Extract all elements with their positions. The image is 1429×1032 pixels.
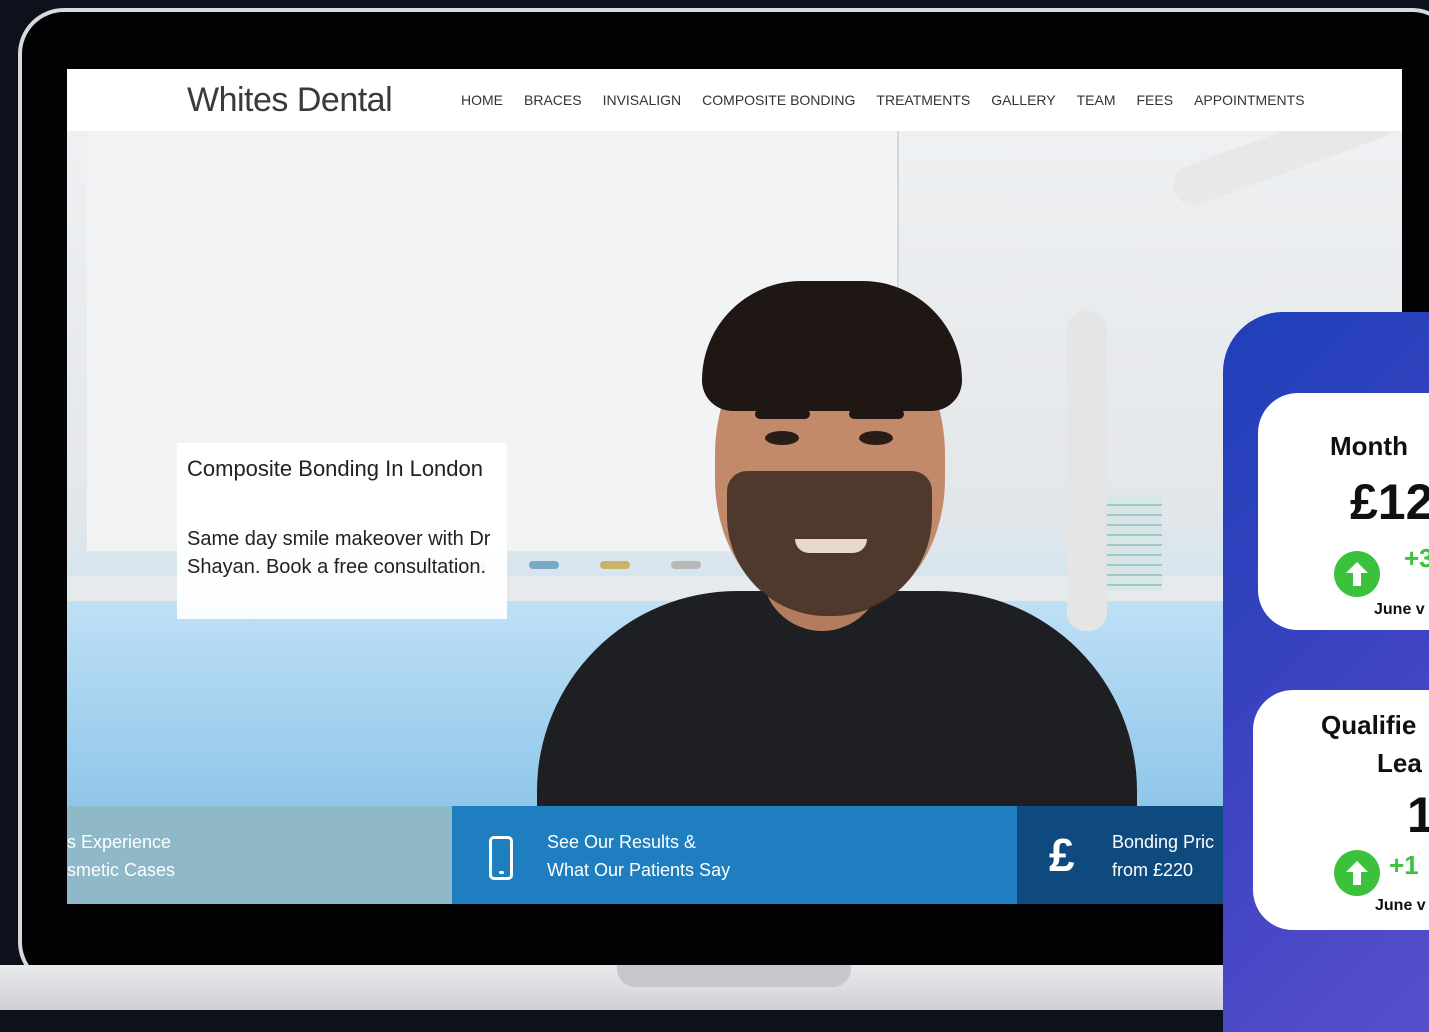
pound-icon: £: [1049, 829, 1075, 881]
card2-note: June v: [1375, 897, 1426, 914]
nav-invisalign[interactable]: INVISALIGN: [603, 92, 682, 108]
pricing-text: Bonding Pric from £220: [1112, 828, 1214, 884]
eye: [859, 431, 893, 445]
phone-icon: [489, 836, 513, 880]
dentist-photo: [537, 281, 1137, 806]
nav-fees[interactable]: FEES: [1137, 92, 1174, 108]
nav-braces[interactable]: BRACES: [524, 92, 582, 108]
card2-label-line2: Lea: [1377, 748, 1422, 778]
results-line2: What Our Patients Say: [547, 860, 731, 880]
card1-value: £12: [1350, 474, 1429, 530]
results-text: See Our Results & What Our Patients Say: [547, 828, 730, 884]
site-header: Whites Dental HOME BRACES INVISALIGN COM…: [67, 69, 1402, 131]
site-logo[interactable]: Whites Dental: [187, 81, 393, 120]
nav-home[interactable]: HOME: [461, 92, 503, 108]
experience-text: s Experience smetic Cases: [67, 828, 175, 884]
eyebrow: [849, 409, 904, 419]
pricing-line2: from £220: [1112, 860, 1194, 880]
nav-appointments[interactable]: APPOINTMENTS: [1194, 92, 1304, 108]
pricing-line1: Bonding Pric: [1112, 832, 1215, 852]
card2-label: Qualifie: [1321, 710, 1417, 740]
main-nav: HOME BRACES INVISALIGN COMPOSITE BONDING…: [461, 92, 1305, 108]
hero-subtitle: Same day smile makeover with Dr Shayan. …: [187, 528, 491, 578]
eyebrow: [755, 409, 810, 419]
arrow-up-icon: [1334, 850, 1380, 896]
cabinet: [87, 131, 169, 551]
card2-value: 1: [1407, 787, 1429, 843]
laptop-notch: [617, 965, 851, 987]
nav-gallery[interactable]: GALLERY: [991, 92, 1055, 108]
hero-title: Composite Bonding In London: [187, 456, 483, 481]
card1-change: +3: [1404, 543, 1429, 573]
results-line1: See Our Results &: [547, 832, 697, 852]
card2-change: +1: [1389, 850, 1419, 880]
experience-line1: s Experience: [67, 832, 172, 852]
card1-label: Month: [1330, 431, 1408, 461]
website-screen: Whites Dental HOME BRACES INVISALIGN COM…: [67, 69, 1402, 904]
smile: [795, 539, 867, 553]
nav-composite-bonding[interactable]: COMPOSITE BONDING: [702, 92, 855, 108]
qualified-leads-card: Qualifie Lea 1 +1 June v: [1253, 690, 1429, 930]
experience-strip[interactable]: s Experience smetic Cases: [67, 806, 452, 904]
hair: [702, 281, 962, 411]
hero-textbox: Composite Bonding In London Same day smi…: [177, 443, 507, 619]
monthly-stat-card: Month £12 +3 June v: [1258, 393, 1429, 630]
experience-line2: smetic Cases: [67, 860, 176, 880]
card1-note: June v: [1374, 601, 1425, 618]
results-strip[interactable]: See Our Results & What Our Patients Say: [452, 806, 1017, 904]
nav-team[interactable]: TEAM: [1077, 92, 1116, 108]
hero-image: Composite Bonding In London Same day smi…: [67, 131, 1402, 806]
nav-treatments[interactable]: TREATMENTS: [876, 92, 970, 108]
eye: [765, 431, 799, 445]
arrow-up-icon: [1334, 551, 1380, 597]
dental-lamp-arm: [1167, 131, 1402, 211]
